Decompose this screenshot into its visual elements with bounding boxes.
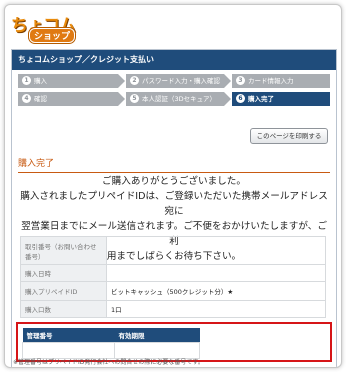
step-number: 6 xyxy=(236,94,245,103)
row-value xyxy=(106,236,326,265)
step-label: 購入完了 xyxy=(248,95,274,103)
step-label: カード情報入力 xyxy=(248,77,294,85)
step-arrow-icon xyxy=(118,74,125,88)
row-label: 購入日時 xyxy=(20,264,107,282)
message-line: 購入されましたプリペイドIDは、ご登録いただいた携帯メールアドレス宛に xyxy=(20,191,328,217)
management-number-cell xyxy=(22,341,115,359)
progress-steps: 1 購入 2 パスワード入力・購入確認 3 カード情報入力 4 確認 5 本人認証（3Dセ… xyxy=(12,74,336,122)
title-bar: ちょコムショップ／クレジット支払い xyxy=(12,50,336,70)
step-arrow-icon xyxy=(118,92,125,106)
column-header: 管理番号 xyxy=(22,328,115,342)
step-arrow-icon xyxy=(224,74,231,88)
footnote: ※管理番号はプリペイドID発行会社への問合せの際に必要な番号です。 xyxy=(13,359,204,366)
step-arrow-icon xyxy=(224,92,231,106)
management-number-table: 管理番号 有効期限 xyxy=(22,328,200,359)
step-label: 確認 xyxy=(34,95,47,103)
step-label: パスワード入力・購入確認 xyxy=(142,77,220,85)
column-header: 有効期限 xyxy=(114,328,200,342)
table-row: 購入日時 xyxy=(20,264,326,282)
step-number: 2 xyxy=(130,76,139,85)
step-label: 購入 xyxy=(34,77,47,85)
step-number: 1 xyxy=(22,76,31,85)
step-number: 4 xyxy=(22,94,31,103)
step-1: 1 購入 xyxy=(18,74,125,88)
expiry-date-cell xyxy=(114,341,200,359)
step-number: 5 xyxy=(130,94,139,103)
step-number: 3 xyxy=(236,76,245,85)
step-4: 4 確認 xyxy=(18,92,125,106)
table-header-row: 管理番号 有効期限 xyxy=(22,328,200,342)
row-value xyxy=(106,264,326,282)
purchase-info-table: 取引番号（お問い合わせ番号） 購入日時 購入プリペイドID ビットキャッシュ（5… xyxy=(20,236,326,318)
section-title: 購入完了 xyxy=(18,156,330,173)
message-line: ご購入ありがとうございました。 xyxy=(102,176,246,187)
content-panel: ちょコムショップ／クレジット支払い 1 購入 2 パスワード入力・購入確認 3 カード… xyxy=(11,49,337,367)
row-label: 購入口数 xyxy=(20,300,107,318)
logo-sub-text: ショップ xyxy=(29,28,76,43)
print-page-button[interactable]: このページを印刷する xyxy=(250,128,328,144)
shop-logo[interactable]: ちょコム ショップ xyxy=(11,11,81,43)
step-3: 3 カード情報入力 xyxy=(232,74,330,88)
step-label: 本人認証（3Dセキュア） xyxy=(142,95,217,103)
highlight-box: 管理番号 有効期限 xyxy=(16,322,332,362)
table-row: 取引番号（お問い合わせ番号） xyxy=(20,236,326,265)
table-row: 購入口数 1口 xyxy=(20,300,326,318)
row-label: 購入プリペイドID xyxy=(20,281,107,301)
row-value: 1口 xyxy=(106,300,326,318)
table-row xyxy=(22,341,200,359)
step-6-current: 6 購入完了 xyxy=(232,92,330,106)
row-value: ビットキャッシュ（500クレジット分）★ xyxy=(106,281,326,301)
row-label: 取引番号（お問い合わせ番号） xyxy=(20,236,107,265)
step-5: 5 本人認証（3Dセキュア） xyxy=(126,92,231,106)
page-frame: ちょコム ショップ ちょコムショップ／クレジット支払い 1 購入 2 パスワード入力… xyxy=(4,4,342,368)
table-row: 購入プリペイドID ビットキャッシュ（500クレジット分）★ xyxy=(20,281,326,301)
step-2: 2 パスワード入力・購入確認 xyxy=(126,74,231,88)
